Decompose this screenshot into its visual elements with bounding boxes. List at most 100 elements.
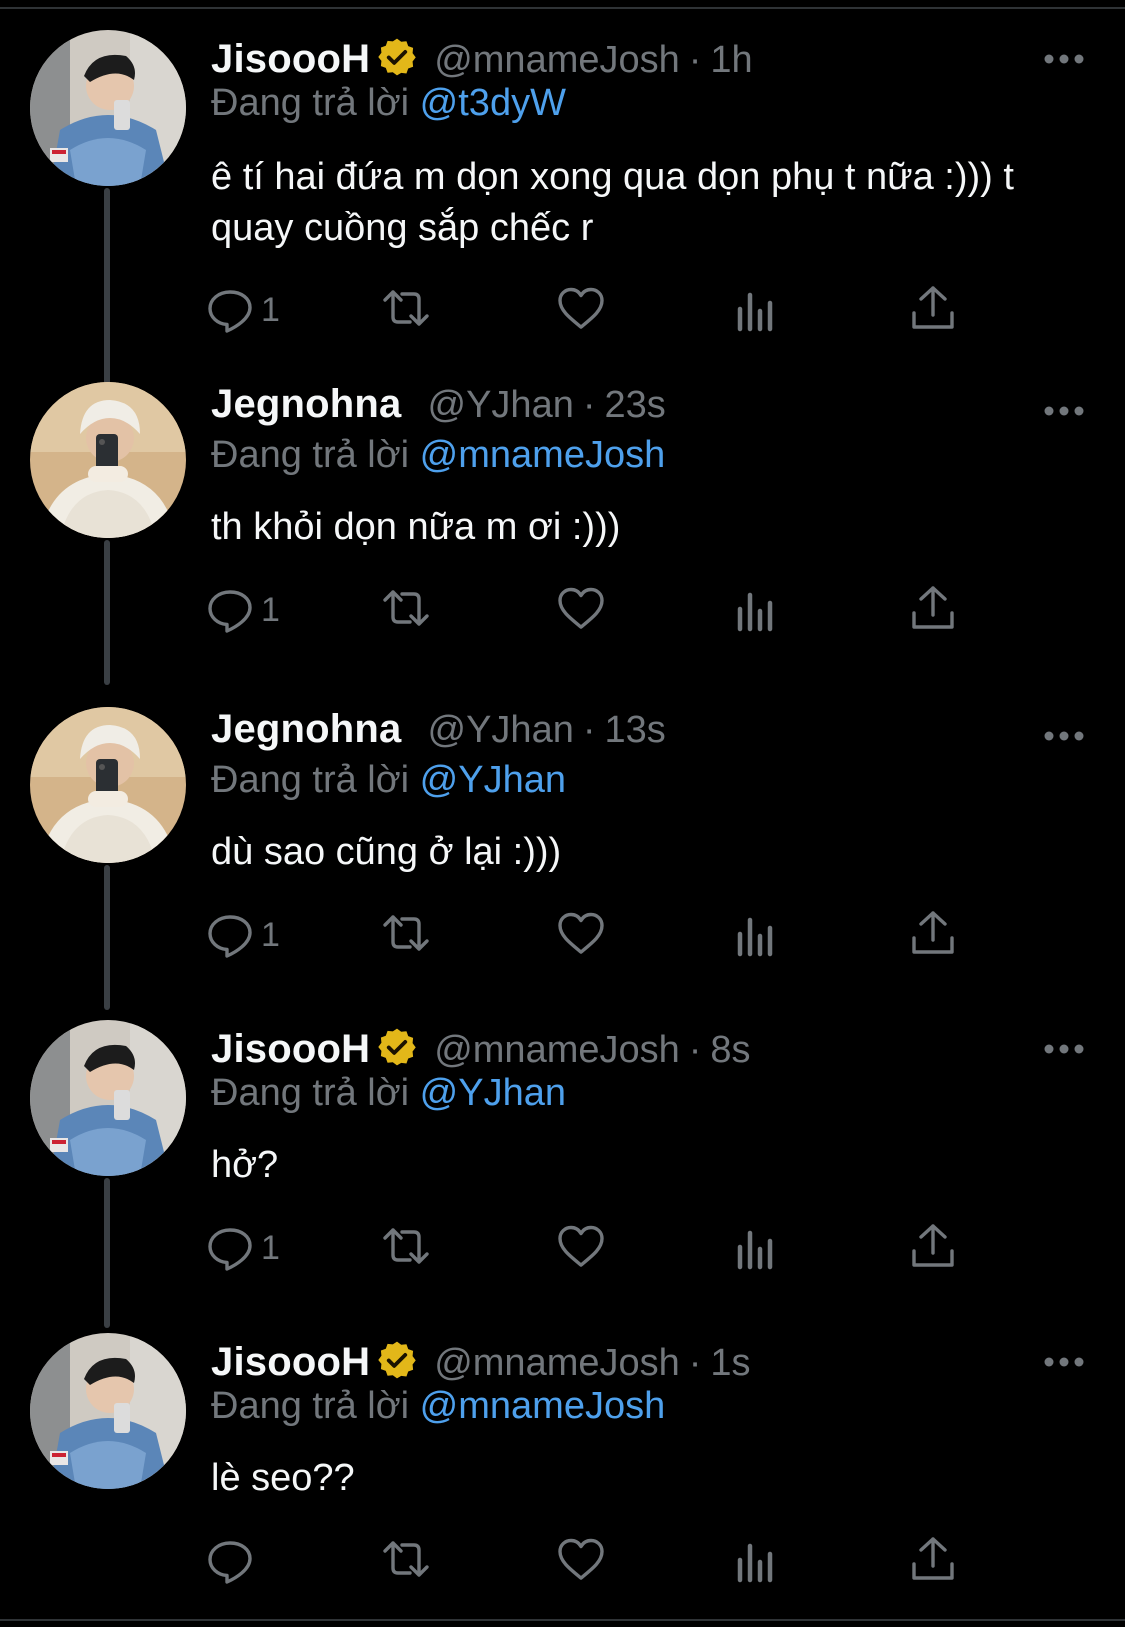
reply-icon [205,1534,255,1589]
replying-to: Đang trả lời @YJhan [211,759,566,802]
mention-link[interactable]: @YJhan [420,759,566,801]
share-button[interactable] [908,1536,958,1586]
mention-link[interactable]: @mnameJosh [420,1385,666,1427]
share-button[interactable] [908,1223,958,1273]
retweet-button[interactable] [381,1536,431,1586]
reply-count: 1 [261,1228,280,1267]
share-icon [908,283,958,338]
share-icon [908,1221,958,1276]
reply-button[interactable]: 1 [205,585,280,635]
top-divider [0,7,1125,9]
user-handle[interactable]: @YJhan [428,709,574,752]
separator-dot: · [688,1342,702,1384]
avatar[interactable] [30,1020,186,1176]
display-name[interactable]: JisoooH [211,37,370,82]
like-icon [556,1221,606,1276]
timestamp[interactable]: 1h [710,39,752,82]
views-button[interactable] [731,1536,781,1586]
display-name[interactable]: JisoooH [211,1340,370,1385]
tweet-header: JisoooH @mnameJosh · 1s [211,1333,751,1393]
verified-badge-icon [376,36,418,78]
tweet-text: hở? [211,1144,279,1186]
retweet-button[interactable] [381,285,431,335]
like-button[interactable] [556,1536,606,1586]
mention-link[interactable]: @YJhan [420,1072,566,1114]
reply-button[interactable]: 1 [205,910,280,960]
like-button[interactable] [556,910,606,960]
replying-to-label: Đang trả lời [211,759,410,801]
user-handle[interactable]: @mnameJosh [434,1029,680,1072]
like-icon [556,583,606,638]
views-button[interactable] [731,1223,781,1273]
more-icon[interactable] [1043,1355,1085,1367]
user-handle[interactable]: @YJhan [428,384,574,427]
replying-to-label: Đang trả lời [211,434,410,476]
more-icon[interactable] [1043,404,1085,416]
views-icon [731,1534,781,1589]
replying-to-label: Đang trả lời [211,1072,410,1114]
retweet-icon [381,1221,431,1276]
display-name[interactable]: Jegnohna [211,707,402,752]
thread-line [104,540,110,685]
like-button[interactable] [556,585,606,635]
reply-button[interactable] [205,1536,261,1586]
views-icon [731,1221,781,1276]
retweet-button[interactable] [381,585,431,635]
timestamp[interactable]: 23s [605,384,666,427]
share-icon [908,1534,958,1589]
separator-dot: · [688,39,702,81]
tweet-header: JisoooH @mnameJosh · 8s [211,1020,751,1080]
views-button[interactable] [731,285,781,335]
more-icon[interactable] [1043,52,1085,64]
tweet-header: Jegnohna @YJhan · 23s [211,382,666,442]
replying-to: Đang trả lời @mnameJosh [211,434,665,477]
tweet-text: th khỏi dọn nữa m ơi :))) [211,506,621,548]
like-button[interactable] [556,285,606,335]
views-icon [731,583,781,638]
separator-dot: · [582,709,596,751]
timestamp[interactable]: 1s [710,1342,750,1385]
replying-to: Đang trả lời @mnameJosh [211,1385,665,1428]
retweet-button[interactable] [381,1223,431,1273]
reply-button[interactable]: 1 [205,1223,280,1273]
retweet-button[interactable] [381,910,431,960]
share-button[interactable] [908,910,958,960]
more-icon[interactable] [1043,729,1085,741]
mention-link[interactable]: @t3dyW [420,82,566,124]
separator-dot: · [688,1029,702,1071]
share-button[interactable] [908,585,958,635]
display-name[interactable]: Jegnohna [211,382,402,427]
avatar[interactable] [30,707,186,863]
user-handle[interactable]: @mnameJosh [434,39,680,82]
share-icon [908,908,958,963]
reply-count: 1 [261,915,280,954]
reply-button[interactable]: 1 [205,285,280,335]
views-button[interactable] [731,585,781,635]
avatar[interactable] [30,30,186,186]
replying-to: Đang trả lời @YJhan [211,1072,566,1115]
retweet-icon [381,1534,431,1589]
views-button[interactable] [731,910,781,960]
timestamp[interactable]: 13s [605,709,666,752]
display-name[interactable]: JisoooH [211,1027,370,1072]
tweet-header: Jegnohna @YJhan · 13s [211,707,666,767]
share-button[interactable] [908,285,958,335]
reply-count: 1 [261,290,280,329]
action-bar: 1 [208,585,1011,635]
action-bar: 1 [208,1223,1011,1273]
avatar[interactable] [30,382,186,538]
like-icon [556,1534,606,1589]
thread-line [104,865,110,1010]
more-icon[interactable] [1043,1042,1085,1054]
timestamp[interactable]: 8s [710,1029,750,1072]
avatar[interactable] [30,1333,186,1489]
user-handle[interactable]: @mnameJosh [434,1342,680,1385]
like-icon [556,283,606,338]
mention-link[interactable]: @mnameJosh [420,434,666,476]
retweet-icon [381,583,431,638]
replying-to: Đang trả lời @t3dyW [211,82,566,125]
replying-to-label: Đang trả lời [211,1385,410,1427]
share-icon [908,583,958,638]
like-button[interactable] [556,1223,606,1273]
action-bar [208,1536,1011,1586]
